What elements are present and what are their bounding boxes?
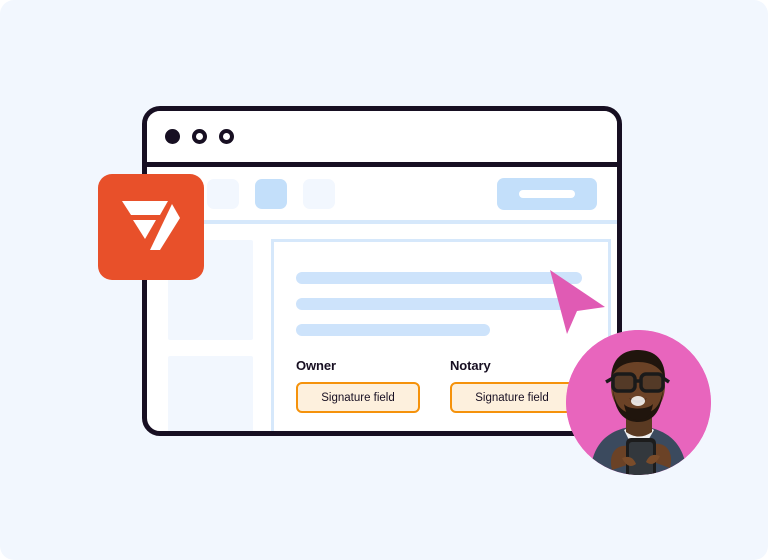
illustration-canvas: Owner Signature field Notary Signature f…: [0, 0, 768, 560]
document-text-line: [296, 298, 582, 310]
sidebar-block-2[interactable]: [168, 356, 253, 431]
signature-label-owner: Owner: [296, 358, 336, 373]
close-button[interactable]: [165, 129, 180, 144]
user-avatar-photo: [566, 330, 711, 475]
pandadoc-logo-icon: [122, 201, 180, 250]
toolbar-chip-1[interactable]: [207, 178, 239, 209]
minimize-button[interactable]: [192, 129, 207, 144]
app-logo-tile[interactable]: [98, 174, 204, 280]
app-toolbar: [147, 167, 617, 220]
signature-field-notary[interactable]: Signature field: [450, 382, 574, 413]
primary-action-button[interactable]: [497, 177, 597, 210]
signature-block-notary: Notary Signature field: [450, 358, 574, 413]
maximize-button[interactable]: [219, 129, 234, 144]
primary-action-label: [519, 189, 575, 198]
toolbar-chip-2[interactable]: [255, 178, 287, 209]
signature-field-owner[interactable]: Signature field: [296, 382, 420, 413]
document-text-line: [296, 324, 491, 336]
window-title-bar: [147, 111, 617, 167]
document-text-line: [296, 272, 582, 284]
signature-block-owner: Owner Signature field: [296, 358, 420, 413]
signature-label-notary: Notary: [450, 358, 491, 373]
toolbar-chip-3[interactable]: [303, 178, 335, 209]
user-avatar: [566, 330, 711, 475]
signature-row: Owner Signature field Notary Signature f…: [296, 358, 582, 413]
pointer-cursor-icon: [550, 270, 605, 334]
